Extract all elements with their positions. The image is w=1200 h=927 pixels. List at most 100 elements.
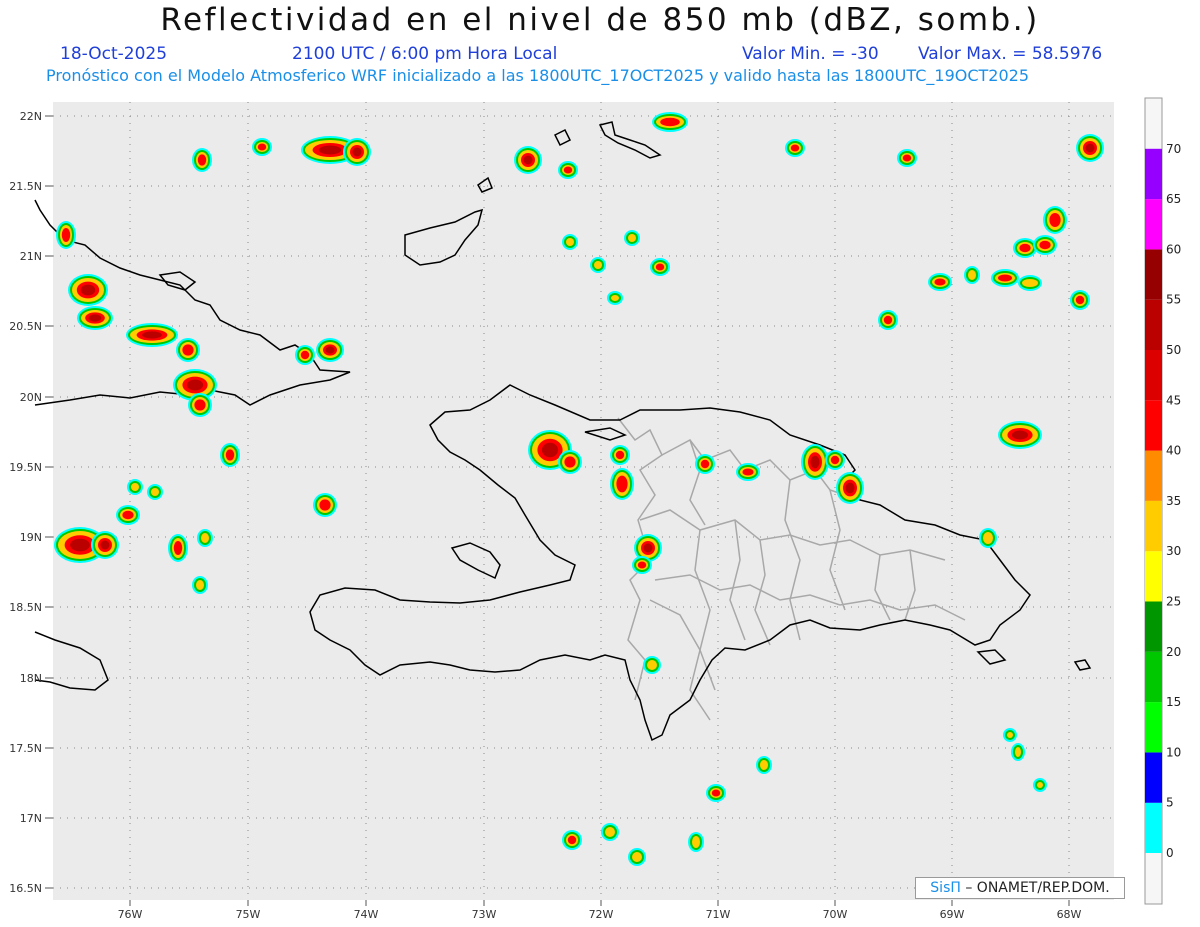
lon-label: 68W bbox=[1057, 908, 1082, 921]
reflectivity-cell bbox=[934, 278, 946, 286]
lat-label: 20N bbox=[20, 391, 42, 404]
reflectivity-cell bbox=[628, 234, 636, 242]
reflectivity-cell bbox=[61, 228, 71, 242]
reflectivity-cell bbox=[790, 144, 800, 152]
colorbar-bin bbox=[1145, 500, 1162, 552]
reflectivity-cell bbox=[1039, 240, 1051, 250]
reflectivity-cell bbox=[196, 580, 204, 590]
reflectivity-cell bbox=[632, 852, 642, 862]
colorbar-bin bbox=[1145, 803, 1162, 853]
reflectivity-cell bbox=[257, 143, 267, 151]
lat-label: 18.5N bbox=[9, 601, 42, 614]
reflectivity-cell bbox=[100, 540, 110, 550]
reflectivity-cell bbox=[643, 543, 653, 553]
lon-label: 73W bbox=[472, 908, 497, 921]
lat-label: 19.5N bbox=[9, 461, 42, 474]
reflectivity-cell bbox=[605, 827, 615, 837]
reflectivity-cell bbox=[1049, 213, 1061, 227]
colorbar-bin bbox=[1145, 702, 1162, 753]
lat-label: 21N bbox=[20, 250, 42, 263]
reflectivity-cell bbox=[810, 455, 820, 469]
colorbar-label: 35 bbox=[1166, 494, 1181, 508]
colorbar-bin bbox=[1145, 148, 1162, 200]
reflectivity-cell bbox=[567, 835, 577, 845]
lon-label: 71W bbox=[706, 908, 731, 921]
colorbar-label: 10 bbox=[1166, 745, 1181, 759]
reflectivity-cell bbox=[616, 475, 628, 493]
colorbar-label: 25 bbox=[1166, 595, 1181, 609]
colorbar-bin bbox=[1145, 350, 1162, 401]
reflectivity-cell bbox=[830, 455, 840, 465]
colorbar-label: 5 bbox=[1166, 796, 1174, 810]
lon-label: 72W bbox=[589, 908, 614, 921]
reflectivity-cell bbox=[186, 379, 204, 391]
colorbar-bin bbox=[1145, 551, 1162, 602]
reflectivity-cell bbox=[318, 145, 342, 155]
colorbar: 0 5 10 15 20 25 30 35 40 45 50 55 60 65 70 bbox=[1144, 97, 1181, 905]
reflectivity-cell bbox=[883, 315, 893, 325]
reflectivity-cell bbox=[173, 541, 183, 555]
reflectivity-cell bbox=[122, 510, 134, 520]
lat-label: 22N bbox=[20, 110, 42, 123]
reflectivity-cell bbox=[711, 789, 721, 797]
reflectivity-cell bbox=[1075, 295, 1085, 305]
lon-label: 75W bbox=[236, 908, 261, 921]
colorbar-bin bbox=[1145, 450, 1162, 501]
credit-org: – ONAMET/REP.DOM. bbox=[960, 880, 1110, 896]
reflectivity-cell bbox=[201, 533, 209, 543]
reflectivity-cell bbox=[760, 760, 768, 770]
colorbar-label: 55 bbox=[1166, 293, 1181, 307]
reflectivity-cell bbox=[655, 263, 665, 271]
colorbar-label: 30 bbox=[1166, 544, 1181, 558]
colorbar-label: 50 bbox=[1166, 343, 1181, 357]
reflectivity-cell bbox=[523, 155, 533, 165]
reflectivity-cell bbox=[352, 147, 362, 157]
reflectivity-cell bbox=[968, 270, 976, 280]
reflectivity-cell bbox=[647, 660, 657, 670]
colorbar-bin bbox=[1145, 249, 1162, 300]
reflectivity-cell bbox=[660, 117, 680, 127]
colorbar-bin bbox=[1145, 601, 1162, 652]
reflectivity-cell bbox=[700, 459, 710, 469]
reflectivity-cell bbox=[1085, 143, 1095, 153]
colorbar-label: 15 bbox=[1166, 695, 1181, 709]
reflectivity-cell bbox=[70, 538, 90, 552]
reflectivity-cell bbox=[742, 468, 754, 476]
reflectivity-cell bbox=[611, 295, 619, 301]
reflectivity-cell bbox=[1007, 732, 1013, 738]
lat-label: 17.5N bbox=[9, 742, 42, 755]
lon-label: 69W bbox=[940, 908, 965, 921]
credit-box: SisΠ – ONAMET/REP.DOM. bbox=[915, 877, 1125, 899]
lat-label: 18N bbox=[20, 672, 42, 685]
reflectivity-cell bbox=[541, 442, 559, 458]
lon-label: 70W bbox=[823, 908, 848, 921]
lat-label: 16.5N bbox=[9, 882, 42, 895]
colorbar-bin bbox=[1145, 651, 1162, 703]
reflectivity-cell bbox=[1011, 430, 1029, 440]
colorbar-label: 60 bbox=[1166, 242, 1181, 256]
reflectivity-cell bbox=[637, 561, 647, 569]
reflectivity-cell bbox=[1022, 279, 1038, 287]
colorbar-label: 45 bbox=[1166, 393, 1181, 407]
lon-label: 76W bbox=[118, 908, 143, 921]
reflectivity-cell bbox=[983, 532, 993, 544]
colorbar-bin bbox=[1145, 299, 1162, 350]
reflectivity-cell bbox=[80, 284, 96, 296]
colorbar-label: 0 bbox=[1166, 846, 1174, 860]
reflectivity-cell bbox=[998, 274, 1012, 282]
reflectivity-cell bbox=[225, 449, 235, 461]
reflectivity-cell bbox=[564, 456, 576, 468]
reflectivity-cell bbox=[197, 154, 207, 166]
reflectivity-cell bbox=[692, 836, 700, 848]
lat-label: 17N bbox=[20, 812, 42, 825]
reflectivity-cell bbox=[902, 154, 912, 162]
reflectivity-cell bbox=[563, 166, 573, 174]
reflectivity-cell bbox=[88, 314, 102, 322]
colorbar-label: 70 bbox=[1166, 142, 1181, 156]
sis-logo: SisΠ bbox=[930, 880, 961, 896]
reflectivity-cell bbox=[1037, 782, 1043, 788]
reflectivity-cell bbox=[194, 399, 206, 411]
reflectivity-cell bbox=[615, 450, 625, 460]
reflectivity-cell bbox=[182, 344, 194, 356]
reflectivity-cell bbox=[319, 499, 331, 511]
